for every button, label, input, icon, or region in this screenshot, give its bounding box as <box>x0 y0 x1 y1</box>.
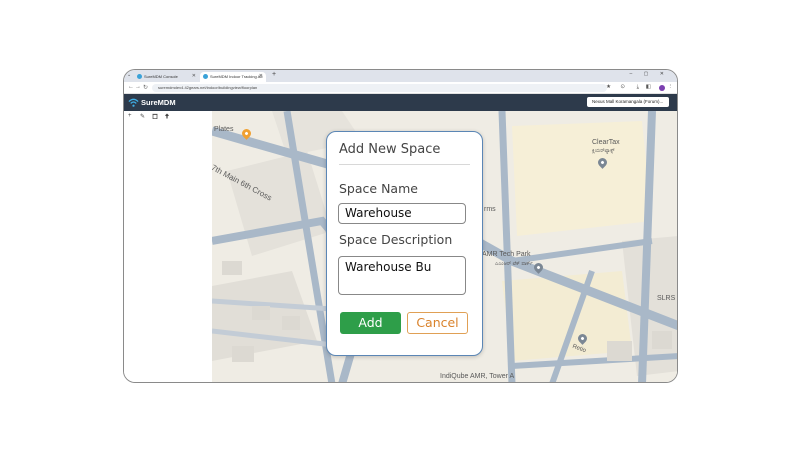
space-description-input[interactable]: Warehouse Bu <box>338 256 466 295</box>
sidepanel-icon[interactable]: ◧ <box>646 84 651 90</box>
dialog-divider <box>339 164 470 165</box>
tab-search-icon[interactable]: ⌄ <box>127 72 131 78</box>
address-bar-row: ← → ↻ suremdmdev4.42gears.net/indoor/bui… <box>124 82 677 94</box>
extensions-icon[interactable]: ⊙ <box>620 84 625 90</box>
profile-avatar[interactable] <box>659 85 665 91</box>
map-label-cleartax: ClearTax <box>592 139 620 146</box>
forward-button[interactable]: → <box>135 84 141 90</box>
download-icon[interactable]: ⤓ <box>637 84 639 91</box>
brand-name: SureMDM <box>141 98 176 107</box>
window-controls[interactable]: – ▢ ✕ <box>630 71 669 77</box>
space-name-label: Space Name <box>339 181 418 196</box>
pin-icon[interactable] <box>164 113 170 121</box>
menu-icon[interactable]: ⋮ <box>668 84 674 90</box>
plus-icon[interactable]: + <box>128 113 132 119</box>
map-label-plates: Plates <box>214 126 234 133</box>
map-label-indiqube: IndiQube AMR, Tower A <box>440 373 515 380</box>
cancel-button[interactable]: Cancel <box>407 312 468 334</box>
back-button[interactable]: ← <box>128 84 134 90</box>
tab-label: SureMDM Indoor Tracking Ad <box>210 74 263 79</box>
location-dropdown[interactable]: Nexus Mall Koramangala (Forum)... <box>587 97 669 107</box>
tab-suremdm-console[interactable]: SureMDM Console ✕ <box>134 72 199 82</box>
add-space-dialog: Add New Space Space Name Warehouse Space… <box>326 131 483 356</box>
favicon-icon <box>137 74 142 79</box>
tab-indoor-tracking[interactable]: SureMDM Indoor Tracking Ad ✕ <box>200 72 266 82</box>
space-description-label: Space Description <box>339 232 453 247</box>
dialog-title: Add New Space <box>339 142 441 157</box>
map-label-slrs: SLRS <box>657 295 676 302</box>
wifi-logo-icon <box>128 98 139 107</box>
reload-button[interactable]: ↻ <box>143 84 148 91</box>
add-button[interactable]: Add <box>340 312 401 334</box>
app-header: SureMDM Nexus Mall Koramangala (Forum)..… <box>124 94 677 111</box>
tab-strip: ⌄ SureMDM Console ✕ SureMDM Indoor Track… <box>124 70 677 82</box>
space-name-input[interactable]: Warehouse <box>338 203 466 224</box>
map-label-techpark: AMR Tech Park <box>482 251 531 258</box>
tab-label: SureMDM Console <box>144 74 178 79</box>
url-field[interactable]: suremdmdev4.42gears.net/indoor/buildingv… <box>152 84 607 92</box>
bookmark-star-icon[interactable]: ★ <box>606 84 611 90</box>
map-label-rms: rms <box>484 206 496 213</box>
favicon-icon <box>203 74 208 79</box>
edit-icon[interactable]: ✎ <box>140 113 145 120</box>
tab-close-icon[interactable]: ✕ <box>192 72 196 81</box>
trash-icon[interactable] <box>152 113 158 121</box>
tab-close-icon[interactable]: ✕ <box>259 72 263 81</box>
new-tab-button[interactable]: + <box>272 71 276 78</box>
sidebar: + ✎ <box>124 111 212 382</box>
map-label-cleartax-local: ಕ್ಲಿಯರ್‌ಟ್ಯಾಕ್ಸ್ <box>592 148 615 154</box>
map-label-techpark-local: ಎಎಂಆರ್ ಟೆಕ್ ಪಾರ್ಕ್ <box>495 261 533 267</box>
